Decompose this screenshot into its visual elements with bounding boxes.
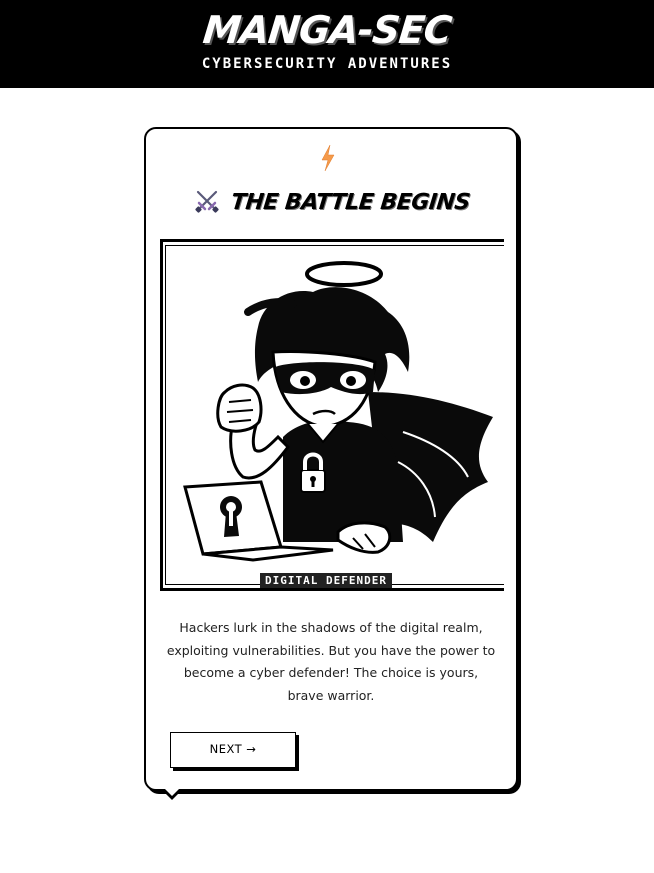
story-card: THE BATTLE BEGINS DIGITAL DEFENDER Hacke… [144, 127, 518, 791]
comic-panel: DIGITAL DEFENDER [160, 239, 504, 591]
card-title: THE BATTLE BEGINS [229, 189, 471, 215]
next-button-label: NEXT [209, 742, 243, 756]
next-button[interactable]: NEXT → [170, 732, 296, 768]
app-header: MANGA-SEC CYBERSECURITY ADVENTURES [0, 0, 654, 88]
crossed-swords-icon [194, 190, 219, 213]
speech-bubble-tail [163, 789, 181, 800]
arrow-right-icon: → [246, 742, 257, 756]
hero-character-illustration [183, 261, 493, 562]
card-title-row: THE BATTLE BEGINS [146, 185, 516, 219]
lightning-bolt-icon [321, 145, 335, 171]
story-text: Hackers lurk in the shadows of the digit… [166, 620, 496, 703]
brand-tagline: CYBERSECURITY ADVENTURES [201, 56, 453, 72]
brand-logo-text: MANGA-SEC [200, 8, 454, 52]
panel-caption: DIGITAL DEFENDER [260, 573, 392, 588]
